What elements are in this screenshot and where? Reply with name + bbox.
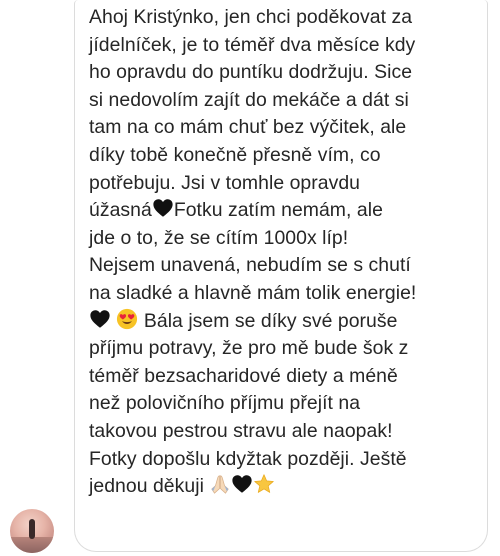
black-heart-icon <box>152 197 174 219</box>
message-line: Ahoj Kristýnko, jen chci poděkovat za <box>89 6 413 28</box>
message-line: Nejsem unavená, nebudím se s chutí <box>89 254 411 277</box>
message-text: Ahoj Kristýnko, jen chci poděkovat za jí… <box>89 4 473 501</box>
message-line: jde o to, že se cítím 1000x líp! <box>89 226 349 249</box>
message-line: potřebuju. Jsi v tomhle opravdu <box>89 171 361 194</box>
message-line-with-heart: úžasná Fotku zatím nemám, ale <box>89 197 473 225</box>
chat-screen: Ahoj Kristýnko, jen chci poděkovat za jí… <box>0 0 500 556</box>
message-fragment: Bála jsem se díky své poruše <box>143 309 398 332</box>
message-line: téměř bezsacharidové diety a méně <box>89 364 398 387</box>
message-line-with-emojis: Bála jsem se díky své poruše <box>89 308 473 336</box>
message-line: příjmu potravy, že pro mě bude šok z <box>89 337 409 360</box>
message-line: ho opravdu do puntíku dodržuju. Sice <box>89 61 413 84</box>
message-fragment: jednou děkuji <box>89 475 204 498</box>
star-icon <box>253 473 275 495</box>
message-fragment: Fotku zatím nemám, ale <box>173 199 383 222</box>
heart-eyes-icon <box>116 308 138 330</box>
message-bubble[interactable]: Ahoj Kristýnko, jen chci poděkovat za jí… <box>74 0 488 552</box>
message-line-with-emojis: jednou děkuji <box>89 473 473 501</box>
message-line: Fotky dopošlu kdyžtak později. Ještě <box>89 447 407 470</box>
message-line: než polovičního příjmu přejít na <box>89 392 361 415</box>
avatar-figure <box>29 519 35 539</box>
message-line: takovou pestrou stravu ale naopak! <box>89 419 393 442</box>
praying-hands-icon <box>209 473 231 495</box>
black-heart-icon <box>231 473 253 495</box>
message-line: si nedovolím zajít do mekáče a dát si <box>89 88 409 111</box>
message-line: jídelníček, je to téměř dva měsíce kdy <box>89 33 416 56</box>
message-line: na sladké a hlavně mám tolik energie! <box>89 281 417 304</box>
message-fragment: úžasná <box>89 199 152 222</box>
avatar-background <box>10 537 54 553</box>
black-heart-icon <box>89 308 111 330</box>
message-line: díky tobě konečně přesně vím, co <box>89 143 381 166</box>
message-line: tam na co mám chuť bez výčitek, ale <box>89 116 407 139</box>
sender-avatar[interactable] <box>10 509 54 553</box>
